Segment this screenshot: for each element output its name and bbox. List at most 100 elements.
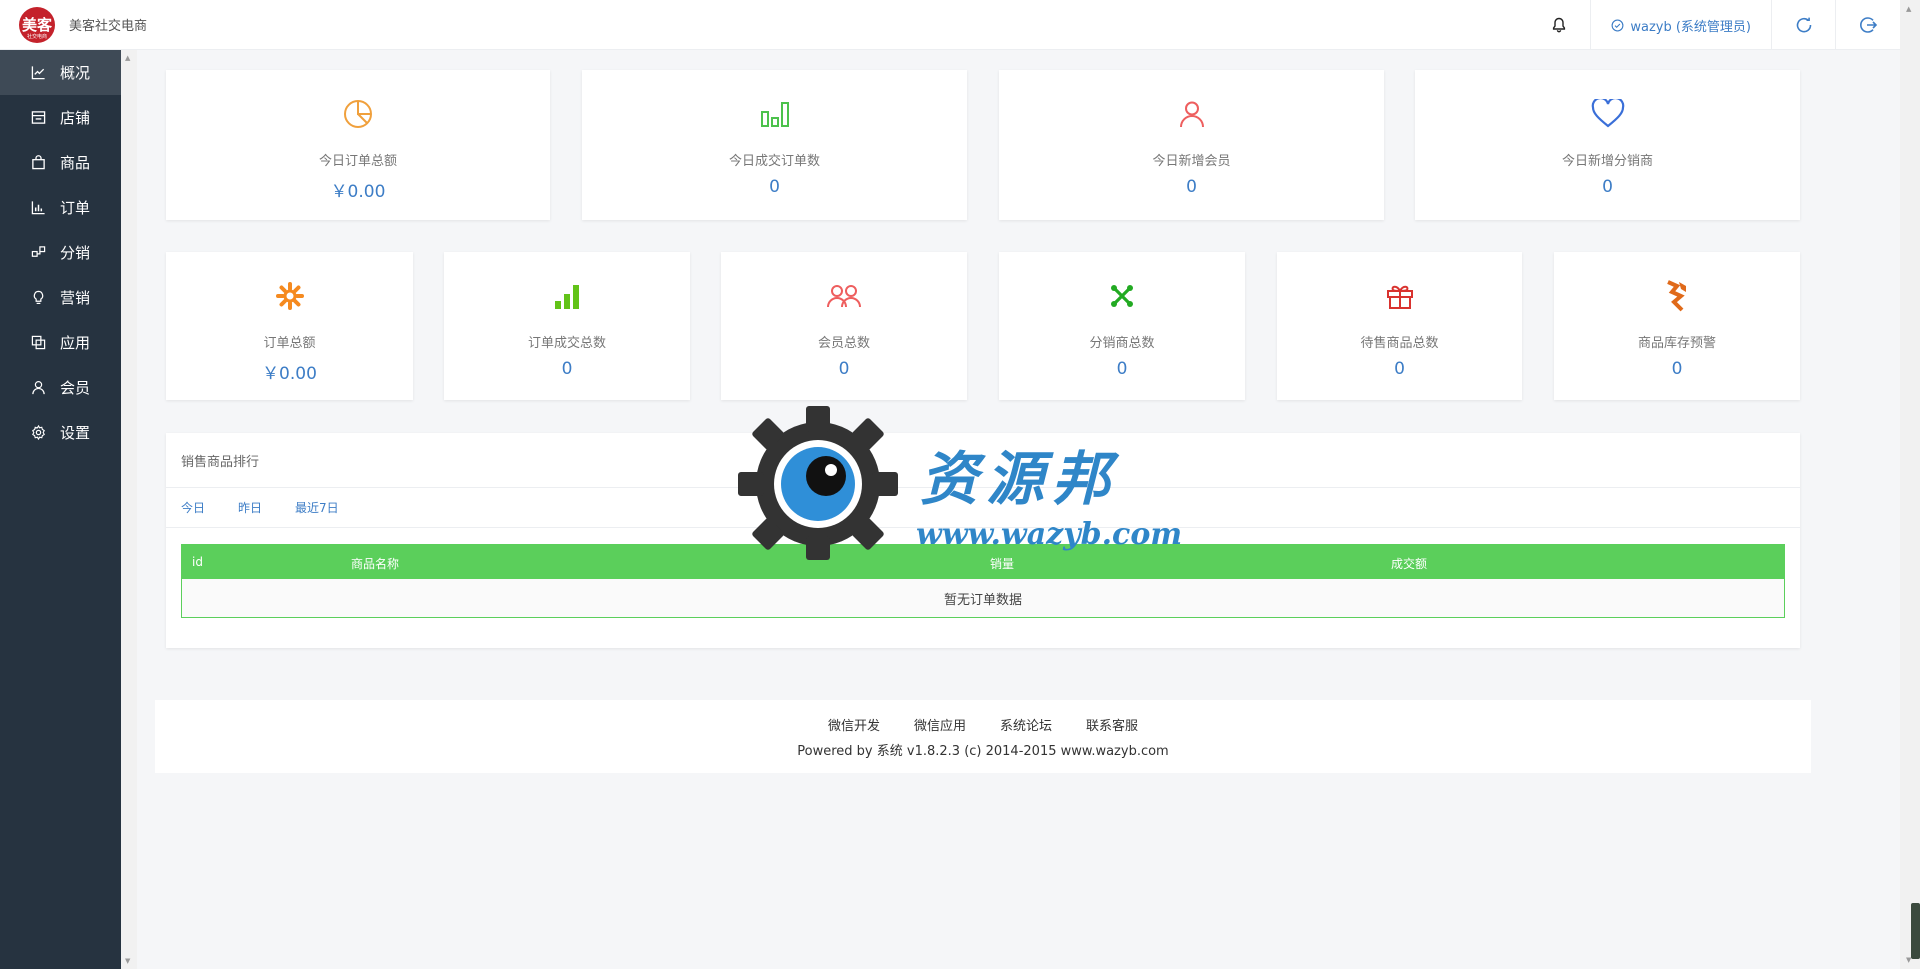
sidebar-item-label: 商品: [60, 154, 91, 172]
shopping-bag-icon: [30, 155, 46, 171]
sidebar-item-settings[interactable]: 设置: [0, 410, 121, 455]
store-icon: [30, 110, 46, 126]
stat-label: 今日新增分销商: [1561, 154, 1653, 169]
gear-icon: [166, 274, 413, 318]
stat-label: 今日新增会员: [1152, 154, 1231, 169]
users-icon: [721, 274, 967, 318]
gift-icon: [1277, 274, 1522, 318]
footer-link-wechat-dev[interactable]: 微信开发: [828, 715, 880, 734]
tab-last-7-days[interactable]: 最近7日: [295, 499, 339, 516]
stat-card-order-total: 订单总额 ￥0.00: [166, 252, 413, 400]
stat-value: 0: [1602, 177, 1613, 197]
stat-label: 商品库存预警: [1637, 336, 1716, 351]
stat-value: ￥0.00: [330, 182, 386, 202]
stat-value: 0: [838, 359, 850, 379]
logout-button[interactable]: [1836, 0, 1900, 50]
scrollbar-thumb[interactable]: [1911, 903, 1920, 959]
stat-card-pending-products: 待售商品总数 0: [1277, 252, 1522, 400]
column-header-product-name: 商品名称: [351, 557, 400, 571]
scroll-up-arrow-icon[interactable]: ▲: [1906, 5, 1911, 13]
refresh-icon: [1796, 17, 1811, 33]
signal-bars-icon: [444, 274, 690, 318]
check-circle-icon: [1611, 19, 1624, 31]
stat-card-today-order-amount: 今日订单总额 ￥0.00: [166, 70, 550, 220]
sidebar-item-label: 订单: [60, 199, 91, 217]
sidebar-item-products[interactable]: 商品: [0, 140, 121, 185]
stat-card-deal-total: 订单成交总数 0: [444, 252, 690, 400]
footer-links: 微信开发 微信应用 系统论坛 联系客服: [155, 715, 1811, 734]
stat-label: 今日成交订单数: [728, 154, 820, 169]
stat-label: 今日订单总额: [318, 154, 397, 169]
copy-icon: [30, 335, 46, 351]
page-scrollbar[interactable]: ▲ ▼: [1900, 0, 1920, 969]
sidebar-item-label: 应用: [60, 334, 91, 352]
tab-yesterday[interactable]: 昨日: [238, 499, 262, 516]
app-logo[interactable]: 美客 社交电商: [19, 6, 55, 43]
sidebar-item-label: 营销: [60, 289, 91, 307]
stat-value: 0: [561, 359, 573, 379]
sidebar: 概况 店铺 商品 订单 分销 营销 应用 会员 设置: [0, 50, 121, 969]
sidebar-item-overview[interactable]: 概况: [0, 50, 121, 95]
sidebar-item-distribution[interactable]: 分销: [0, 230, 121, 275]
brand-name: 美客社交电商: [69, 19, 148, 34]
sidebar-item-label: 概况: [60, 64, 91, 82]
footer-copyright: Powered by 系统 v1.8.2.3 (c) 2014-2015 www…: [797, 744, 1169, 759]
stat-label: 待售商品总数: [1360, 336, 1439, 351]
sidebar-item-apps[interactable]: 应用: [0, 320, 121, 365]
heart-icon: [1415, 92, 1800, 136]
stat-label: 分销商总数: [1089, 336, 1155, 351]
scroll-up-arrow-icon[interactable]: ▲: [125, 54, 130, 62]
joomla-icon: [999, 274, 1245, 318]
stat-value: 0: [1394, 359, 1405, 379]
stat-card-today-new-members: 今日新增会员 0: [999, 70, 1384, 220]
stat-label: 订单成交总数: [527, 336, 606, 351]
watermark-url: www.wazyb.com: [916, 517, 1183, 552]
stat-value: ￥0.00: [262, 364, 317, 384]
inner-scrollbar[interactable]: ▲ ▼: [121, 50, 137, 969]
footer-link-forum[interactable]: 系统论坛: [1000, 715, 1052, 734]
sidebar-item-label: 设置: [60, 424, 91, 442]
empty-table-row: 暂无订单数据: [182, 579, 1784, 617]
tab-today[interactable]: 今日: [181, 499, 205, 516]
top-bar: 美客 社交电商 美客社交电商 wazyb (系统管理员): [0, 0, 1900, 50]
stat-label: 会员总数: [817, 336, 870, 351]
stat-card-member-total: 会员总数 0: [721, 252, 967, 400]
gear-icon: [30, 425, 46, 441]
sidebar-item-label: 店铺: [60, 109, 91, 127]
watermark: 资源邦 www.wazyb.com: [736, 402, 1196, 562]
user-menu[interactable]: wazyb (系统管理员): [1591, 0, 1772, 50]
logo-subtext: 社交电商: [26, 33, 47, 40]
stat-value: 0: [769, 177, 780, 197]
stat-card-today-deal-orders: 今日成交订单数 0: [582, 70, 967, 220]
sidebar-item-store[interactable]: 店铺: [0, 95, 121, 140]
sidebar-item-orders[interactable]: 订单: [0, 185, 121, 230]
user-name: wazyb (系统管理员): [1630, 19, 1751, 35]
sidebar-item-members[interactable]: 会员: [0, 365, 121, 410]
stat-value: 0: [1116, 359, 1128, 379]
empty-message: 暂无订单数据: [943, 592, 1022, 608]
sidebar-item-label: 会员: [60, 379, 91, 397]
hubspot-icon: [1554, 274, 1800, 318]
stat-card-distributor-total: 分销商总数 0: [999, 252, 1245, 400]
user-icon: [999, 92, 1384, 136]
refresh-button[interactable]: [1772, 0, 1836, 50]
stat-card-stock-warning: 商品库存预警 0: [1554, 252, 1800, 400]
footer: 微信开发 微信应用 系统论坛 联系客服 Powered by 系统 v1.8.2…: [155, 700, 1811, 773]
top-right-toolbar: wazyb (系统管理员): [1527, 0, 1900, 50]
sidebar-item-marketing[interactable]: 营销: [0, 275, 121, 320]
sidebar-item-label: 分销: [60, 244, 91, 262]
network-icon: [30, 245, 46, 261]
footer-link-wechat-apps[interactable]: 微信应用: [914, 715, 966, 734]
lightbulb-icon: [30, 290, 46, 306]
logout-icon: [1860, 17, 1878, 33]
watermark-gear-eye-icon: [738, 406, 898, 560]
stat-value: 0: [1186, 177, 1197, 197]
notification-button[interactable]: [1527, 0, 1592, 50]
user-icon: [30, 380, 46, 396]
pie-chart-icon: [166, 92, 550, 136]
scroll-down-arrow-icon[interactable]: ▼: [125, 957, 130, 965]
footer-link-contact[interactable]: 联系客服: [1086, 715, 1138, 734]
column-header-amount: 成交额: [1391, 557, 1428, 571]
bar-chart-icon: [30, 200, 46, 216]
column-header-id: id: [192, 555, 203, 569]
